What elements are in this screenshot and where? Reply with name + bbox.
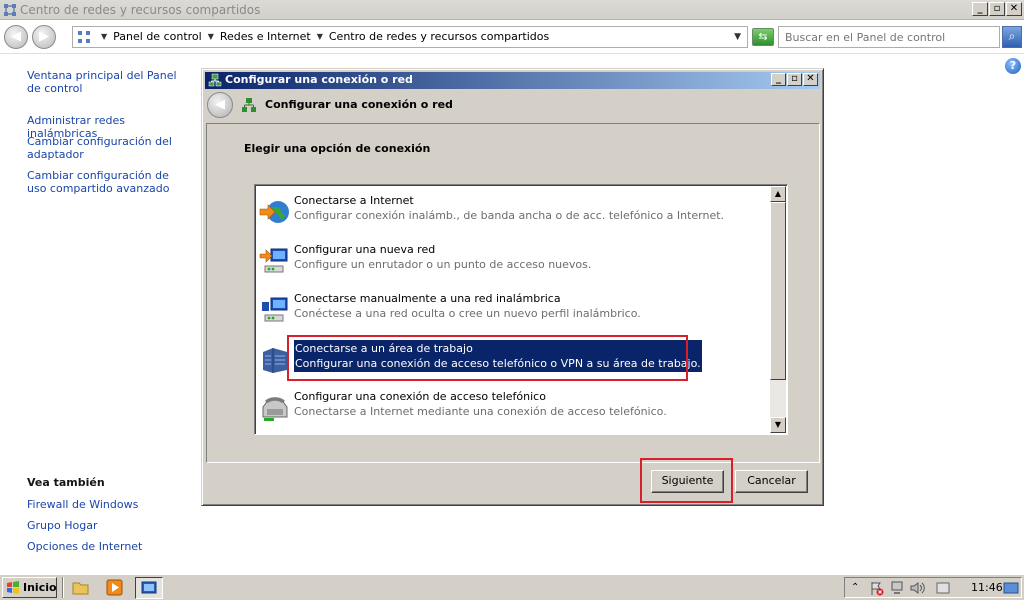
wireless-network-icon: [262, 297, 288, 322]
window-title: Centro de redes y recursos compartidos: [20, 3, 261, 17]
dialog-titlebar: Configurar una conexión o red _ ▫ ✕: [205, 72, 820, 89]
taskbar-status-icon[interactable]: [935, 580, 951, 596]
arrow-right-icon: ▶: [39, 29, 49, 44]
chevron-up-icon: ▲: [774, 189, 782, 198]
left-task-pane: Ventana principal del Panel de control A…: [0, 55, 200, 573]
address-dropdown-icon[interactable]: ▼: [734, 32, 741, 42]
chevron-down-icon: ▼: [774, 420, 782, 429]
network-icon: [208, 73, 222, 87]
dialog-back-button[interactable]: ◀: [207, 92, 233, 118]
forward-button[interactable]: ▶: [32, 25, 56, 49]
show-hidden-icons-icon[interactable]: ⌃: [851, 580, 867, 596]
windows-flag-icon: [7, 581, 19, 594]
media-player-icon[interactable]: [106, 579, 123, 596]
network-icon: [242, 98, 256, 112]
start-label: Inicio: [23, 581, 57, 594]
option-title: Configurar una nueva red: [294, 243, 436, 256]
scroll-thumb[interactable]: [770, 202, 786, 380]
new-network-icon: [259, 248, 288, 273]
help-icon[interactable]: ?: [1005, 58, 1021, 74]
refresh-button[interactable]: ⇆: [752, 28, 774, 46]
breadcrumb-item-network-internet[interactable]: Redes e Internet: [220, 30, 311, 43]
breadcrumb-item-control-panel[interactable]: Panel de control: [113, 30, 202, 43]
link-internet-options[interactable]: Opciones de Internet: [27, 540, 187, 553]
list-item-new-network[interactable]: Configurar una nueva red Configure un en…: [257, 242, 767, 278]
link-homegroup[interactable]: Grupo Hogar: [27, 519, 187, 532]
dialog-minimize-button[interactable]: _: [771, 73, 786, 86]
dialog-close-button[interactable]: ✕: [803, 73, 818, 86]
minimize-button[interactable]: _: [972, 2, 988, 16]
link-control-panel-home[interactable]: Ventana principal del Panel de control: [27, 69, 187, 95]
dialog-maximize-button[interactable]: ▫: [787, 73, 802, 86]
selection-highlight-box: [287, 335, 688, 381]
action-center-flag-icon[interactable]: [869, 580, 885, 596]
option-description: Configurar conexión inalámb., de banda a…: [294, 209, 725, 222]
dialog-subtitle: Elegir una opción de conexión: [244, 142, 431, 155]
search-input[interactable]: [778, 26, 1000, 48]
list-item-manual-wireless[interactable]: Conectarse manualmente a una red inalámb…: [257, 291, 767, 327]
taskbar-separator: [62, 577, 64, 598]
network-center-icon: [78, 31, 90, 43]
list-scrollbar[interactable]: ▲ ▼: [770, 186, 786, 433]
option-description: Conectarse a Internet mediante una conex…: [294, 405, 667, 418]
taskbar-window-network-center[interactable]: [135, 577, 163, 599]
search-icon: ⌕: [1008, 29, 1016, 43]
dialup-phone-icon: [262, 397, 288, 421]
option-description: Conéctese a una red oculta o cree un nue…: [294, 307, 641, 320]
setup-connection-dialog: Configurar una conexión o red _ ▫ ✕ ◀ Co…: [201, 68, 824, 506]
dialog-content: Elegir una opción de conexión Conectarse…: [206, 123, 820, 463]
chevron-down-icon[interactable]: ▼: [208, 32, 214, 41]
start-button[interactable]: Inicio: [2, 577, 57, 598]
taskbar: Inicio ⌃ 11:46: [0, 573, 1024, 600]
clock[interactable]: 11:46: [971, 581, 1003, 594]
option-description: Configure un enrutador o un punto de acc…: [294, 258, 592, 271]
refresh-icon: ⇆: [758, 30, 768, 43]
list-item-connect-internet[interactable]: Conectarse a Internet Configurar conexió…: [257, 193, 767, 229]
maximize-button[interactable]: ▫: [989, 2, 1005, 16]
arrow-left-icon: ◀: [11, 29, 21, 44]
connection-options-list[interactable]: Conectarse a Internet Configurar conexió…: [254, 184, 788, 435]
dialog-heading: Configurar una conexión o red: [265, 98, 453, 111]
link-change-adapter[interactable]: Cambiar configuración del adaptador: [27, 135, 187, 161]
see-also-heading: Vea también: [27, 476, 105, 489]
search-button[interactable]: ⌕: [1002, 26, 1022, 48]
next-highlight-box: [640, 458, 733, 503]
option-title: Conectarse manualmente a una red inalámb…: [294, 292, 561, 305]
arrow-left-icon: ◀: [215, 97, 225, 112]
option-title: Conectarse a Internet: [294, 194, 414, 207]
system-tray: ⌃ 11:46: [844, 577, 1022, 598]
chevron-down-icon[interactable]: ▼: [101, 32, 107, 41]
globe-icon: [259, 201, 289, 223]
close-button[interactable]: ✕: [1006, 2, 1022, 16]
network-tray-icon[interactable]: [889, 580, 905, 596]
cancel-button[interactable]: Cancelar: [735, 470, 808, 493]
address-toolbar: ◀ ▶ ▼ Panel de control ▼ Redes e Interne…: [0, 20, 1024, 54]
option-title: Configurar una conexión de acceso telefó…: [294, 390, 546, 403]
breadcrumb[interactable]: ▼ Panel de control ▼ Redes e Internet ▼ …: [72, 26, 748, 48]
dialog-header: ◀ Configurar una conexión o red: [205, 89, 820, 121]
show-desktop-icon[interactable]: [1003, 580, 1019, 596]
back-button[interactable]: ◀: [4, 25, 28, 49]
link-windows-firewall[interactable]: Firewall de Windows: [27, 498, 187, 511]
list-item-dialup[interactable]: Configurar una conexión de acceso telefó…: [257, 389, 767, 425]
link-advanced-sharing[interactable]: Cambiar configuración de uso compartido …: [27, 169, 187, 195]
chevron-down-icon[interactable]: ▼: [317, 32, 323, 41]
breadcrumb-item-network-center[interactable]: Centro de redes y recursos compartidos: [329, 30, 549, 43]
scroll-up-button[interactable]: ▲: [770, 186, 786, 202]
network-center-icon: [141, 581, 157, 594]
network-center-icon: [4, 4, 16, 16]
scroll-down-button[interactable]: ▼: [770, 417, 786, 433]
window-titlebar: Centro de redes y recursos compartidos _…: [0, 0, 1024, 20]
dialog-title: Configurar una conexión o red: [225, 73, 413, 86]
volume-icon[interactable]: [909, 580, 925, 596]
explorer-folder-icon[interactable]: [72, 579, 89, 596]
